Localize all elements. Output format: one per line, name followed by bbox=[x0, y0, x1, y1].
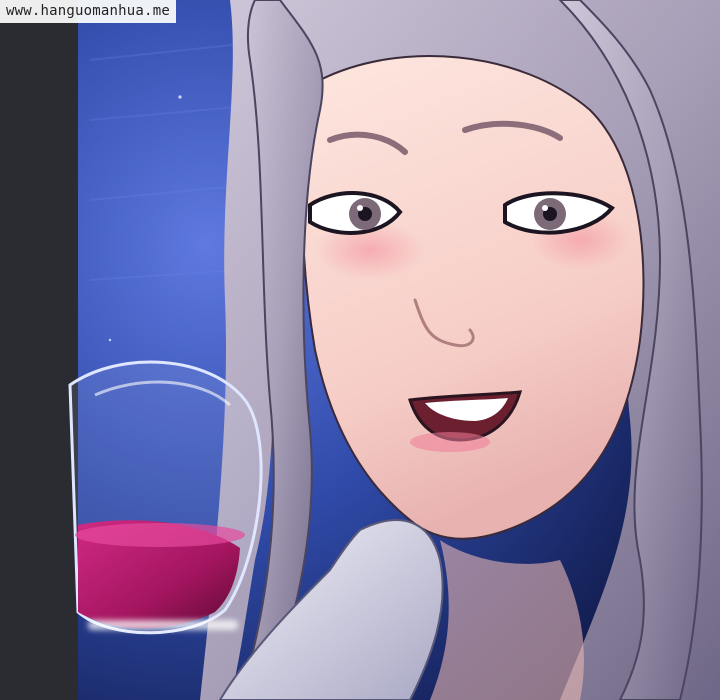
wine-surface bbox=[75, 523, 245, 547]
star-dot bbox=[178, 95, 182, 99]
comic-illustration bbox=[68, 0, 720, 700]
comic-panel: www.hanguomanhua.me bbox=[0, 0, 720, 700]
blurred-caption bbox=[88, 616, 248, 634]
neck-shadow bbox=[430, 540, 584, 700]
site-watermark: www.hanguomanhua.me bbox=[0, 0, 176, 23]
lip-blush bbox=[410, 432, 490, 452]
star-dot bbox=[108, 338, 112, 342]
wine-glass bbox=[68, 360, 263, 635]
